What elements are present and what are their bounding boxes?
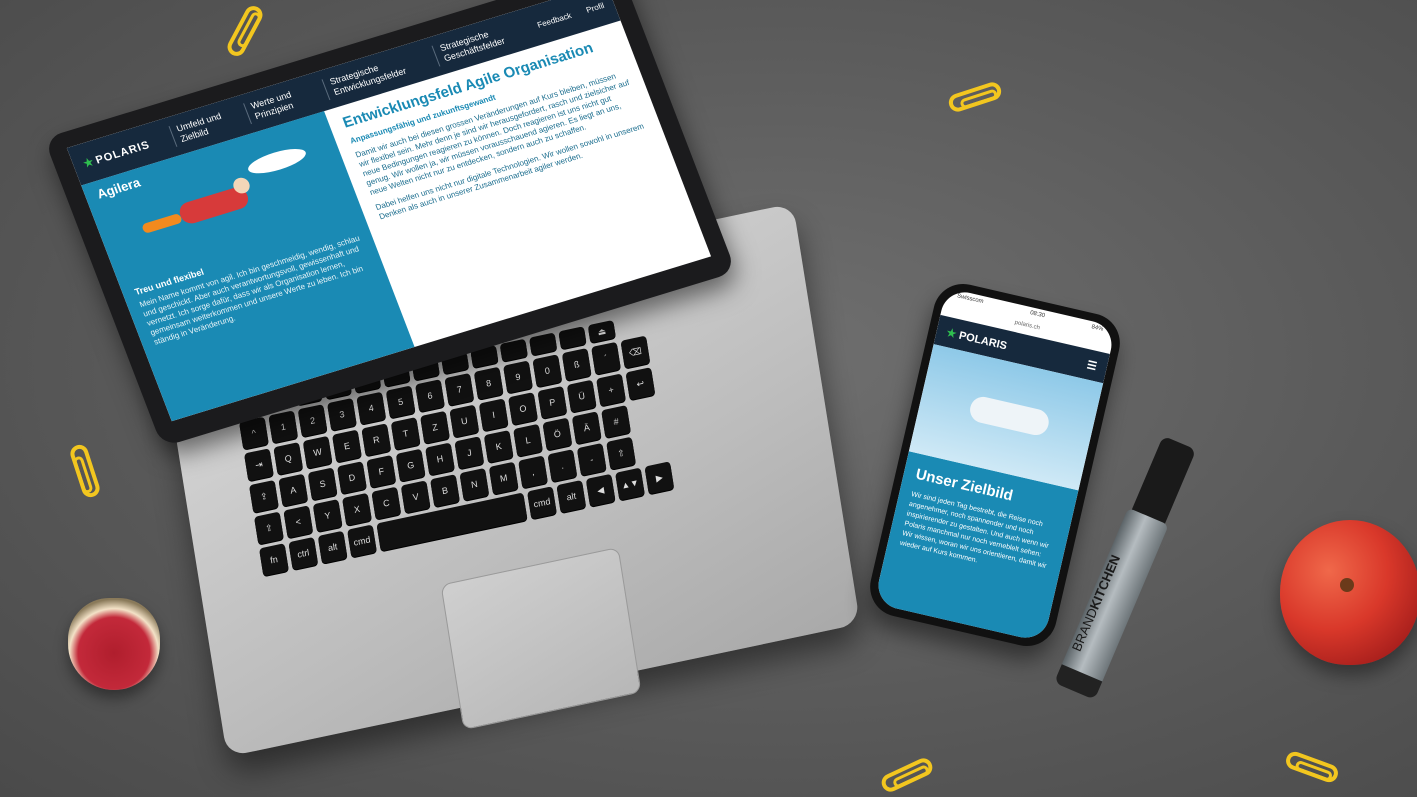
keyboard-key[interactable]: cmd: [527, 486, 557, 520]
keyboard-key[interactable]: V: [400, 480, 431, 514]
keyboard-key[interactable]: X: [342, 492, 372, 526]
battery-level: 84%: [1090, 324, 1104, 333]
keyboard-key[interactable]: +: [596, 373, 626, 407]
keyboard-key[interactable]: <: [283, 505, 314, 539]
keyboard-key[interactable]: Ö: [542, 417, 573, 451]
keyboard-key[interactable]: T: [390, 417, 421, 451]
keyboard-key[interactable]: R: [361, 423, 392, 457]
keyboard-key[interactable]: A: [278, 473, 309, 507]
fig-fruit: [68, 598, 160, 690]
keyboard-key[interactable]: J: [454, 436, 485, 470]
keyboard-key[interactable]: ´: [591, 341, 621, 375]
keyboard-key[interactable]: #: [601, 405, 631, 439]
keyboard-key[interactable]: Ä: [571, 411, 602, 445]
keyboard-key[interactable]: ◀: [585, 473, 616, 507]
keyboard-key[interactable]: cmd: [347, 524, 377, 558]
keyboard-key[interactable]: W: [302, 435, 333, 469]
paper-clip: [946, 80, 1004, 114]
keyboard-key[interactable]: B: [430, 474, 460, 508]
paper-clip: [68, 442, 102, 500]
keyboard-key[interactable]: F: [366, 454, 397, 489]
keyboard-key[interactable]: E: [332, 429, 362, 463]
star-icon: ★: [945, 326, 958, 341]
profile-link[interactable]: Profil: [585, 1, 606, 15]
keyboard-key[interactable]: Z: [420, 410, 450, 444]
phone-screen: Swisscom 08:30 84% polaris.ch ★POLARIS ☰…: [873, 287, 1117, 643]
keyboard-key[interactable]: L: [513, 423, 543, 457]
hamburger-menu-icon[interactable]: ☰: [1086, 358, 1099, 373]
keyboard-key[interactable]: ⇧: [254, 511, 284, 545]
keyboard-key[interactable]: -: [576, 442, 607, 477]
keyboard-key[interactable]: alt: [556, 479, 587, 514]
keyboard-key[interactable]: 0: [532, 354, 563, 388]
keyboard-key[interactable]: 8: [473, 366, 504, 400]
keyboard-key[interactable]: 3: [327, 397, 357, 431]
marker-label: BRANDKITCHEN: [1068, 552, 1124, 654]
keyboard-key[interactable]: ⌫: [620, 335, 651, 369]
keyboard-key[interactable]: 4: [356, 391, 387, 425]
keyboard-key[interactable]: [558, 326, 587, 350]
keyboard-key[interactable]: ctrl: [288, 536, 319, 571]
keyboard-key[interactable]: alt: [317, 530, 348, 564]
keyboard-key[interactable]: 5: [385, 385, 416, 419]
keyboard-key[interactable]: ⇧: [606, 436, 636, 470]
keyboard-key[interactable]: ⇪: [249, 479, 279, 513]
keyboard-key[interactable]: 1: [268, 410, 299, 444]
paper-clip: [1283, 749, 1341, 785]
paper-clip: [878, 755, 936, 795]
keyboard-key[interactable]: ↩: [625, 367, 656, 401]
polaris-logo[interactable]: ★POLARIS: [81, 138, 152, 170]
keyboard-key[interactable]: G: [395, 448, 426, 482]
keyboard-key[interactable]: ▶: [644, 461, 675, 495]
keyboard-key[interactable]: 2: [297, 404, 328, 438]
red-apple: [1280, 520, 1417, 665]
keyboard-key[interactable]: ß: [561, 347, 592, 382]
keyboard-key[interactable]: C: [371, 486, 402, 520]
keyboard-key[interactable]: S: [307, 467, 338, 501]
keyboard-key[interactable]: M: [488, 461, 519, 495]
keyboard-key[interactable]: [528, 332, 558, 356]
keyboard-key[interactable]: Ü: [566, 379, 597, 413]
keyboard-key[interactable]: K: [483, 429, 514, 464]
paper-clip: [224, 2, 266, 60]
keyboard-key[interactable]: P: [537, 385, 568, 419]
keyboard-key[interactable]: 7: [444, 372, 475, 407]
clock: 08:30: [1029, 310, 1046, 320]
keyboard-key[interactable]: D: [337, 461, 367, 495]
keyboard-key[interactable]: ⇥: [244, 448, 274, 482]
keyboard-key[interactable]: 6: [415, 379, 445, 413]
keyboard-key[interactable]: I: [478, 398, 509, 432]
keyboard-key[interactable]: .: [547, 449, 578, 483]
keyboard-key[interactable]: H: [425, 442, 455, 476]
keyboard-key[interactable]: O: [508, 392, 538, 426]
keyboard-key[interactable]: ▲▼: [615, 467, 645, 501]
smartphone: Swisscom 08:30 84% polaris.ch ★POLARIS ☰…: [864, 277, 1126, 653]
keyboard-key[interactable]: N: [459, 467, 490, 501]
keyboard-key[interactable]: 9: [503, 360, 533, 394]
keyboard-key[interactable]: fn: [259, 543, 289, 577]
keyboard-key[interactable]: Q: [273, 441, 304, 476]
keyboard-key[interactable]: ⏏: [587, 319, 616, 344]
keyboard-key[interactable]: U: [449, 404, 480, 438]
keyboard-key[interactable]: Y: [312, 499, 343, 533]
feedback-link[interactable]: Feedback: [536, 11, 573, 30]
keyboard-key[interactable]: ,: [518, 455, 548, 489]
